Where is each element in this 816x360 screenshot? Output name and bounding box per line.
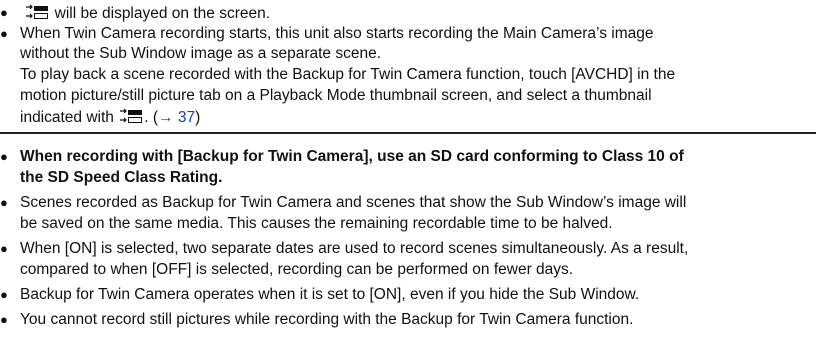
bullet-dot: ● xyxy=(0,26,8,41)
bullet-sd-card-requirement: ● When recording with [Backup for Twin Ca… xyxy=(0,146,684,168)
paragraph-text: ) xyxy=(195,109,201,126)
bullet-no-still-pictures: ● You cannot record still pictures while … xyxy=(0,309,633,331)
bullet-dot: ● xyxy=(0,241,8,256)
paragraph-line: To play back a scene recorded with the B… xyxy=(20,66,676,83)
bullet-text: You cannot record still pictures while r… xyxy=(20,311,634,328)
page-reference-link[interactable]: → 37 xyxy=(158,109,195,126)
bullet-text: When [ON] is selected, two separate date… xyxy=(20,240,689,257)
bullet-continuation: the SD Speed Class Rating. xyxy=(20,169,223,186)
bullet-separate-dates: ● When [ON] is selected, two separate dat… xyxy=(0,238,688,260)
paragraph-text: . ( xyxy=(144,109,159,126)
paragraph-line: motion picture/still picture tab on a Pl… xyxy=(20,87,652,104)
paragraph-line-with-icon: indicated with . (→ 37) xyxy=(20,106,200,128)
bullet-dot: ● xyxy=(0,312,8,327)
bullet-dot: ● xyxy=(0,287,8,302)
paragraph-text: indicated with xyxy=(20,109,114,126)
bullet-dot: ● xyxy=(0,5,8,20)
bullet-text: When Twin Camera recording starts, this … xyxy=(20,25,654,42)
bullet-hide-sub-window: ● Backup for Twin Camera operates when it… xyxy=(0,284,639,306)
bullet-continuation: be saved on the same media. This causes … xyxy=(20,215,613,232)
bullet-text: Backup for Twin Camera operates when it … xyxy=(20,286,640,303)
section-divider xyxy=(0,132,816,134)
bullet-text: Scenes recorded as Backup for Twin Camer… xyxy=(20,194,687,211)
bullet-dot: ● xyxy=(0,149,8,164)
manual-page: ● will be displayed on the screen. ● When… xyxy=(0,0,816,360)
bullet-same-media: ● Scenes recorded as Backup for Twin Came… xyxy=(0,192,686,214)
bullet-twin-recording: ● When Twin Camera recording starts, this… xyxy=(0,23,653,45)
bullet-dot: ● xyxy=(0,195,8,210)
backup-twin-camera-icon xyxy=(118,106,144,133)
bullet-continuation: without the Sub Window image as a separa… xyxy=(20,45,382,62)
bullet-backup-icon-displayed: ● will be displayed on the screen. xyxy=(0,2,270,24)
bullet-text: will be displayed on the screen. xyxy=(54,5,271,22)
bullet-text: When recording with [Backup for Twin Cam… xyxy=(20,148,684,165)
bullet-continuation: compared to when [OFF] is selected, reco… xyxy=(20,261,574,278)
